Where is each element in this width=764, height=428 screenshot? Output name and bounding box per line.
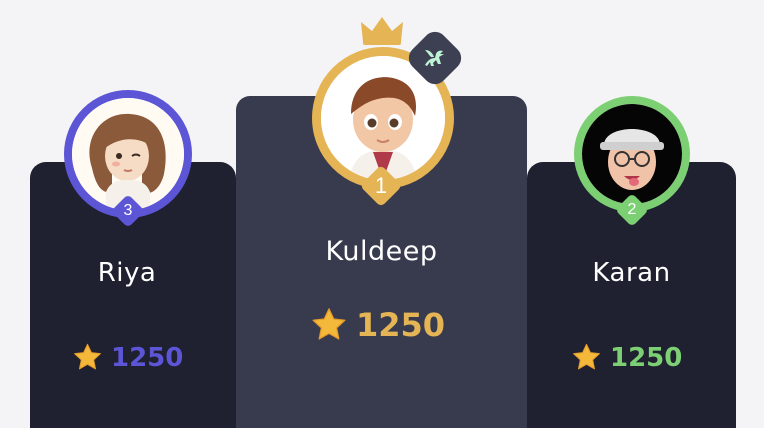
star-icon bbox=[74, 343, 101, 370]
rank-badge-third: 3 bbox=[111, 194, 145, 228]
score-value: 1250 bbox=[356, 306, 446, 344]
score-value: 1250 bbox=[111, 342, 184, 373]
player-name-second: Karan bbox=[592, 258, 671, 288]
score-second: 1250 bbox=[571, 342, 682, 373]
rank-badge-first: 1 bbox=[359, 164, 403, 208]
player-name-first: Kuldeep bbox=[325, 236, 438, 267]
rank-badge-second: 2 bbox=[615, 193, 649, 227]
score-third: 1250 bbox=[72, 342, 183, 373]
star-icon bbox=[573, 343, 600, 370]
crown-icon bbox=[361, 17, 403, 45]
rank-number: 2 bbox=[627, 201, 637, 218]
star-icon bbox=[312, 308, 346, 340]
memoji-avatar-illustration bbox=[582, 104, 682, 204]
player-name-third: Riya bbox=[97, 258, 157, 288]
rank-number: 3 bbox=[123, 202, 133, 219]
score-value: 1250 bbox=[610, 342, 683, 373]
score-first: 1250 bbox=[310, 306, 445, 344]
leaderboard-podium: 1 3 2 Kuldeep Riya Karan 1250 1250 1250 bbox=[0, 0, 764, 428]
girl-avatar-illustration bbox=[72, 98, 184, 210]
rank-number: 1 bbox=[374, 173, 388, 198]
